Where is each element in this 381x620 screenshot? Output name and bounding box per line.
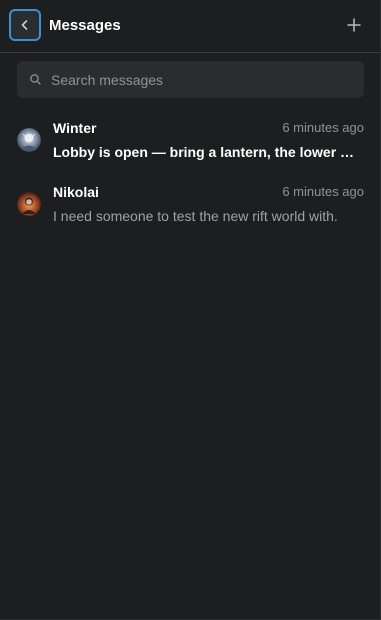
messages-header: Messages bbox=[0, 0, 380, 53]
messages-panel: Messages Search messages Winter 6 minute… bbox=[0, 0, 381, 620]
avatar bbox=[17, 128, 41, 152]
conversation-time: 6 minutes ago bbox=[282, 120, 364, 135]
back-button[interactable] bbox=[9, 9, 41, 41]
search-box bbox=[17, 61, 364, 98]
chevron-left-icon bbox=[21, 20, 28, 30]
new-message-button[interactable] bbox=[344, 15, 364, 35]
plus-icon bbox=[347, 18, 361, 32]
search-icon bbox=[30, 74, 41, 85]
search-input[interactable] bbox=[51, 61, 351, 98]
conversation-time: 6 minutes ago bbox=[282, 184, 364, 199]
page-title: Messages bbox=[49, 17, 121, 34]
conversation-preview: I need someone to test the new rift worl… bbox=[53, 208, 338, 224]
conversation-item-nikolai[interactable]: Nikolai 6 minutes ago I need someone to … bbox=[0, 178, 380, 234]
avatar bbox=[17, 192, 41, 216]
conversation-preview: Lobby is open — bring a lantern, the low… bbox=[53, 144, 355, 160]
conversation-item-winter[interactable]: Winter 6 minutes ago Lobby is open — bri… bbox=[0, 114, 380, 170]
conversation-name: Nikolai bbox=[53, 184, 99, 200]
conversation-name: Winter bbox=[53, 120, 97, 136]
